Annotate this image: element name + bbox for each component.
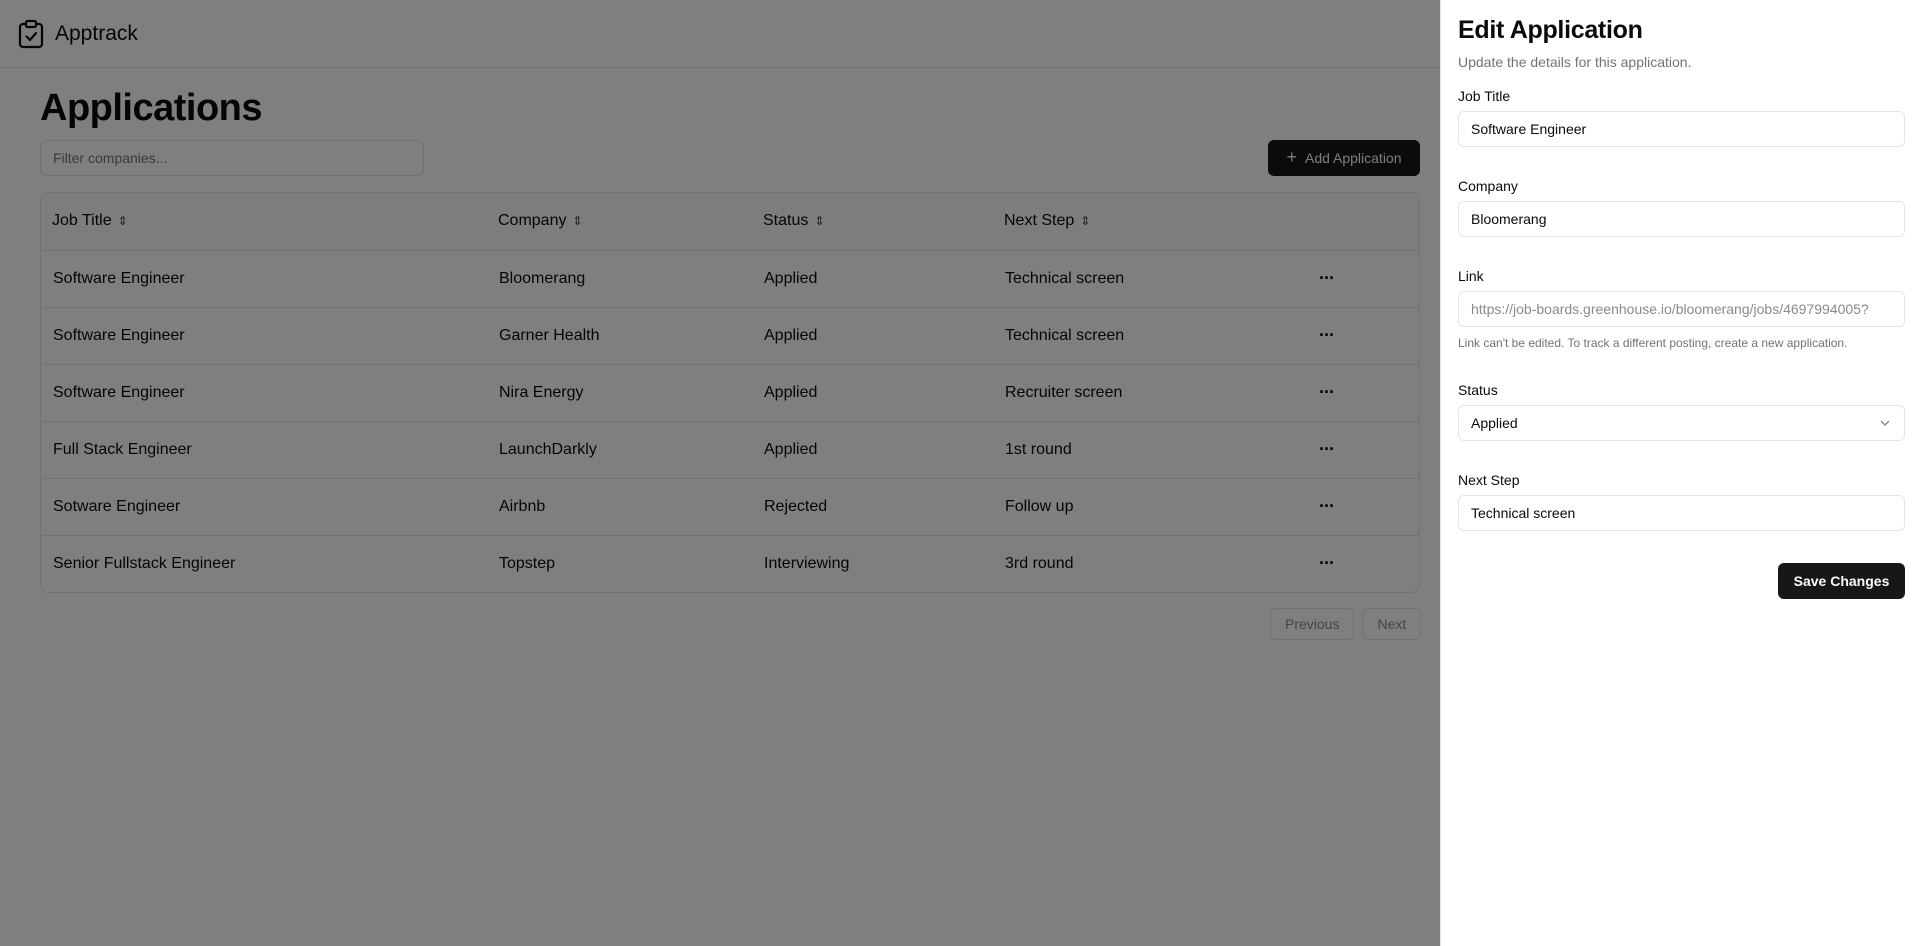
chevron-down-icon	[1878, 416, 1892, 430]
edit-application-sheet: Edit Application Update the details for …	[1440, 0, 1919, 946]
link-label: Link	[1458, 268, 1484, 284]
status-label: Status	[1458, 382, 1498, 398]
next-step-field[interactable]: Technical screen	[1458, 495, 1905, 531]
status-select[interactable]: Applied	[1458, 405, 1905, 441]
next-step-label: Next Step	[1458, 472, 1520, 488]
link-field: https://job-boards.greenhouse.io/bloomer…	[1458, 291, 1905, 327]
link-help-text: Link can't be edited. To track a differe…	[1458, 336, 1848, 350]
save-changes-button[interactable]: Save Changes	[1778, 563, 1905, 599]
company-label: Company	[1458, 178, 1518, 194]
sheet-title: Edit Application	[1458, 16, 1643, 44]
job-title-label: Job Title	[1458, 88, 1511, 104]
sheet-description: Update the details for this application.	[1458, 54, 1692, 70]
status-select-value: Applied	[1471, 415, 1518, 431]
company-field[interactable]: Bloomerang	[1458, 201, 1905, 237]
job-title-field[interactable]: Software Engineer	[1458, 111, 1905, 147]
